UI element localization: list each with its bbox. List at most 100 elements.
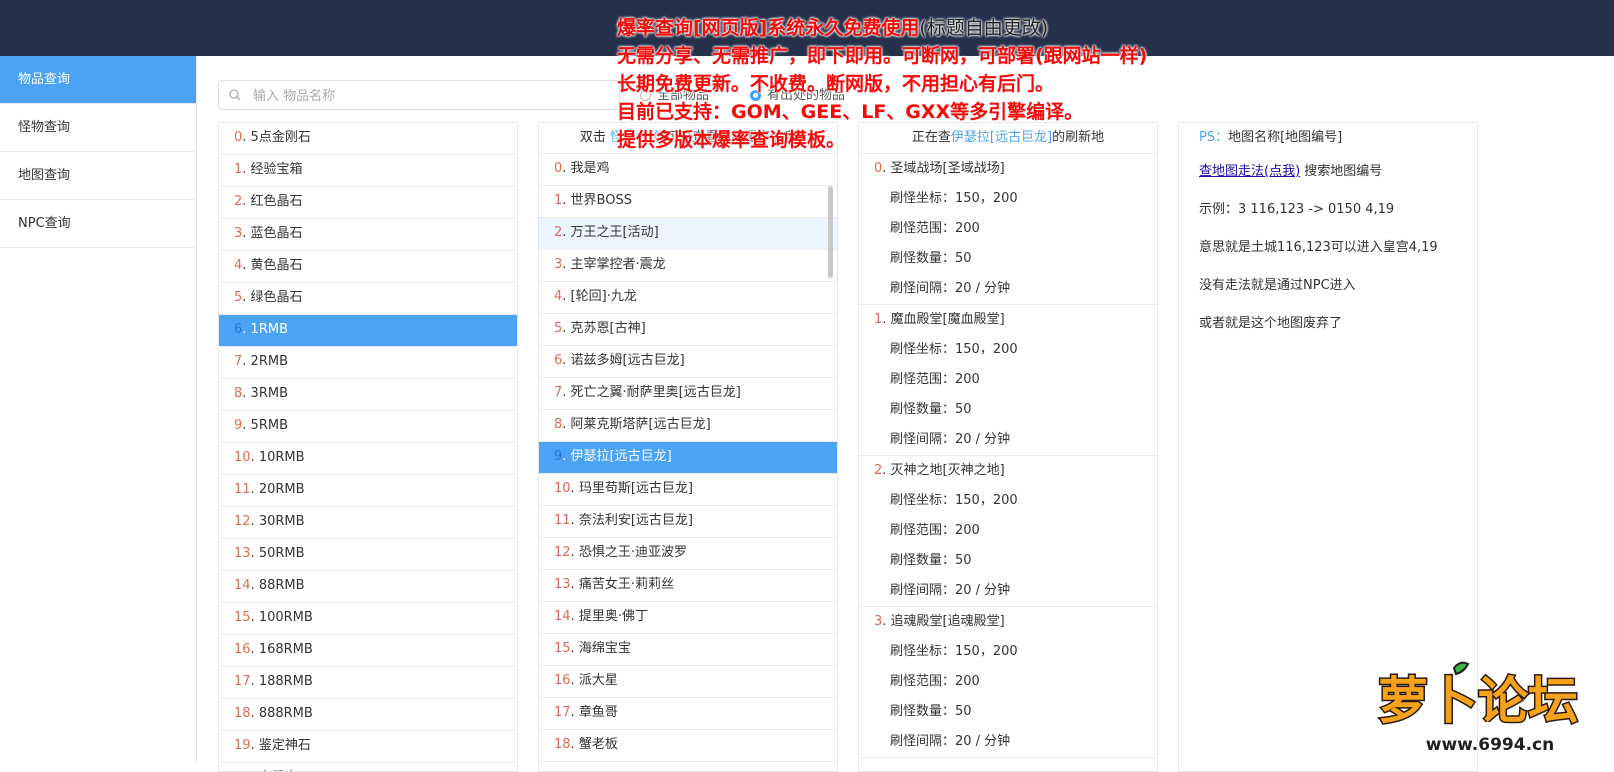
map-route-link[interactable]: 查地图走法(点我) bbox=[1199, 164, 1300, 179]
spawn-location-title[interactable]: 2. 灭神之地[灭神之地] bbox=[859, 456, 1157, 486]
row-separator: . bbox=[570, 513, 579, 528]
monster-row[interactable]: 11. 奈法利安[远古巨龙] bbox=[539, 506, 837, 538]
row-index: 17 bbox=[234, 674, 251, 689]
monster-row[interactable]: 16. 派大星 bbox=[539, 666, 837, 698]
monster-row[interactable]: 12. 恐惧之王·迪亚波罗 bbox=[539, 538, 837, 570]
spawn-location-title[interactable]: 0. 圣域战场[圣域战场] bbox=[859, 154, 1157, 184]
item-row[interactable]: 2. 红色晶石 bbox=[219, 187, 517, 219]
row-separator: . bbox=[250, 706, 259, 721]
monsters-list-panel: 双击 怪物名称 可以查看详细爆率信息 0. 我是鸡 1. 世界BOSS 2. 万王之… bbox=[538, 122, 838, 772]
promo-line-5: 提供多版本爆率查询模板。 bbox=[617, 129, 846, 151]
monster-row[interactable]: 9. 伊瑟拉[远古巨龙] bbox=[539, 442, 837, 474]
example-text: 示例：3 116,123 -> 0150 4,19 bbox=[1199, 202, 1395, 217]
item-row[interactable]: 14. 88RMB bbox=[219, 571, 517, 603]
monster-row[interactable]: 15. 海绵宝宝 bbox=[539, 634, 837, 666]
row-separator: . bbox=[242, 290, 251, 305]
item-name: 鉴定神石 bbox=[258, 738, 311, 753]
item-name: 30RMB bbox=[258, 514, 305, 529]
sidebar-item-0[interactable]: 物品查询 bbox=[0, 56, 196, 104]
item-name: 经验宝箱 bbox=[250, 162, 303, 177]
monster-name: 诺兹多姆[远古巨龙] bbox=[570, 353, 685, 368]
monster-row[interactable]: 7. 死亡之翼·耐萨里奥[远古巨龙] bbox=[539, 378, 837, 410]
item-row[interactable]: 11. 20RMB bbox=[219, 475, 517, 507]
spawn-interval: 刷怪间隔：20 / 分钟 bbox=[890, 281, 1011, 296]
spawn-interval: 刷怪间隔：20 / 分钟 bbox=[890, 734, 1011, 749]
monster-row[interactable]: 17. 章鱼哥 bbox=[539, 698, 837, 730]
monster-row[interactable]: 0. 我是鸡 bbox=[539, 154, 837, 186]
item-row[interactable]: 0. 5点金刚石 bbox=[219, 123, 517, 155]
row-separator: . bbox=[242, 226, 251, 241]
row-index: 19 bbox=[234, 738, 251, 753]
spawn-location-title[interactable]: 1. 魔血殿堂[魔血殿堂] bbox=[859, 305, 1157, 335]
map-route-line: 查地图走法(点我) 搜索地图编号 bbox=[1179, 153, 1477, 191]
search-box[interactable] bbox=[218, 80, 620, 110]
item-row[interactable]: 19. 鉴定神石 bbox=[219, 731, 517, 763]
row-index: 16 bbox=[554, 673, 571, 688]
item-row[interactable]: 7. 2RMB bbox=[219, 347, 517, 379]
monster-row[interactable]: 13. 痛苦女王·莉莉丝 bbox=[539, 570, 837, 602]
promo-line-1-note: (标题自由更改) bbox=[919, 17, 1049, 39]
row-separator: . bbox=[882, 161, 891, 176]
monster-name: 奈法利安[远古巨龙] bbox=[578, 513, 693, 528]
item-row[interactable]: 1. 经验宝箱 bbox=[219, 155, 517, 187]
item-row[interactable]: 3. 蓝色晶石 bbox=[219, 219, 517, 251]
spawn-location-title[interactable]: 3. 追魂殿堂[追魂殿堂] bbox=[859, 607, 1157, 637]
item-name: 20RMB bbox=[258, 482, 305, 497]
item-row[interactable]: 4. 黄色晶石 bbox=[219, 251, 517, 283]
item-row[interactable]: 6. 1RMB bbox=[219, 315, 517, 347]
search-input[interactable] bbox=[251, 84, 615, 108]
monster-row[interactable]: 8. 阿莱克斯塔萨[远古巨龙] bbox=[539, 410, 837, 442]
row-separator: . bbox=[570, 481, 579, 496]
row-separator: . bbox=[242, 386, 251, 401]
monster-name: 阿莱克斯塔萨[远古巨龙] bbox=[570, 417, 711, 432]
item-row[interactable]: 15. 100RMB bbox=[219, 603, 517, 635]
sidebar-item-3[interactable]: NPC查询 bbox=[0, 200, 196, 248]
row-separator: . bbox=[562, 257, 571, 272]
promo-line-1-main: 爆率查询[网页版]系统永久免费使用 bbox=[617, 17, 920, 39]
row-index: 11 bbox=[234, 482, 251, 497]
monster-row[interactable]: 18. 蟹老板 bbox=[539, 730, 837, 762]
row-index: 14 bbox=[554, 609, 571, 624]
abandoned-text: 或者就是这个地图废弃了 bbox=[1199, 316, 1343, 331]
item-row[interactable]: 9. 5RMB bbox=[219, 411, 517, 443]
monster-row[interactable]: 6. 诺兹多姆[远古巨龙] bbox=[539, 346, 837, 378]
location-name: 魔血殿堂[魔血殿堂] bbox=[890, 312, 1005, 327]
promo-line-1: 爆率查询[网页版]系统永久免费使用(标题自由更改) bbox=[617, 14, 1147, 42]
sidebar-item-2[interactable]: 地图查询 bbox=[0, 152, 196, 200]
row-index: 15 bbox=[234, 610, 251, 625]
sidebar-item-1[interactable]: 怪物查询 bbox=[0, 104, 196, 152]
monster-row[interactable]: 2. 万王之王[活动] bbox=[539, 218, 837, 250]
ps-label: PS： bbox=[1199, 130, 1229, 145]
monster-row[interactable]: 10. 玛里苟斯[远古巨龙] bbox=[539, 474, 837, 506]
watermark-url: www.6994.cn bbox=[1426, 735, 1554, 755]
spawn-location: 2. 灭神之地[灭神之地] 刷怪坐标：150，200 刷怪范围：200 刷怪数量：50… bbox=[859, 456, 1157, 607]
spawn-range: 刷怪范围：200 bbox=[890, 221, 980, 236]
monster-row[interactable]: 3. 主宰掌控者·震龙 bbox=[539, 250, 837, 282]
item-name: 100RMB bbox=[258, 610, 313, 625]
item-name: 3RMB bbox=[250, 386, 288, 401]
item-row[interactable]: 16. 168RMB bbox=[219, 635, 517, 667]
location-name: 灭神之地[灭神之地] bbox=[890, 463, 1005, 478]
row-index: 15 bbox=[554, 641, 571, 656]
item-row[interactable]: 10. 10RMB bbox=[219, 443, 517, 475]
item-row[interactable]: 20. 玄武宝刀 bbox=[219, 763, 517, 771]
monsters-scrollbar[interactable] bbox=[828, 186, 833, 278]
row-separator: . bbox=[570, 577, 579, 592]
monster-name: 万王之王[活动] bbox=[570, 225, 659, 240]
item-name: 5点金刚石 bbox=[250, 130, 311, 145]
item-row[interactable]: 17. 188RMB bbox=[219, 667, 517, 699]
monster-row[interactable]: 4. [轮回]·九龙 bbox=[539, 282, 837, 314]
item-row[interactable]: 8. 3RMB bbox=[219, 379, 517, 411]
monster-row[interactable]: 14. 提里奥·佛丁 bbox=[539, 602, 837, 634]
item-name: 蓝色晶石 bbox=[250, 226, 303, 241]
monster-row[interactable]: 5. 克苏恩[古神] bbox=[539, 314, 837, 346]
monster-name: [轮回]·九龙 bbox=[570, 289, 637, 304]
item-row[interactable]: 12. 30RMB bbox=[219, 507, 517, 539]
item-name: 168RMB bbox=[258, 642, 313, 657]
item-row[interactable]: 5. 绿色晶石 bbox=[219, 283, 517, 315]
monster-row[interactable]: 1. 世界BOSS bbox=[539, 186, 837, 218]
no-route-text: 没有走法就是通过NPC进入 bbox=[1199, 278, 1356, 293]
item-row[interactable]: 18. 888RMB bbox=[219, 699, 517, 731]
item-row[interactable]: 13. 50RMB bbox=[219, 539, 517, 571]
location-name: 圣域战场[圣域战场] bbox=[890, 161, 1005, 176]
